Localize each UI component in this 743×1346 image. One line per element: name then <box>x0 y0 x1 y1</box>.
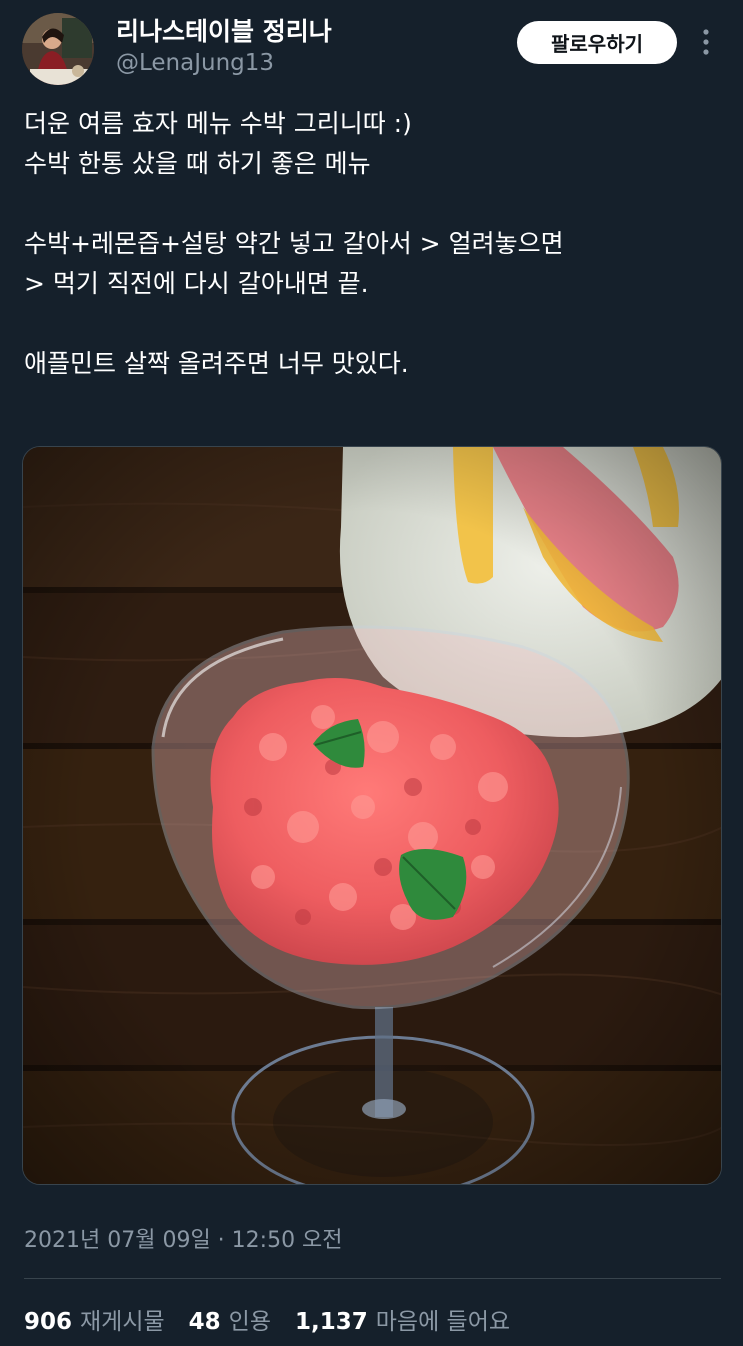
quotes-stat[interactable]: 48 인용 <box>189 1302 271 1336</box>
tweet-line: 애플민트 살짝 올려주면 너무 맛있다. <box>24 349 409 378</box>
quotes-count: 48 <box>188 1309 221 1335</box>
tweet-line: 수박 한통 샀을 때 하기 좋은 메뉴 <box>24 149 371 178</box>
likes-label: 마음에 들어요 <box>375 1309 511 1335</box>
retweets-stat[interactable]: 906 재게시물 <box>24 1302 165 1336</box>
likes-stat[interactable]: 1,137 마음에 들어요 <box>295 1302 510 1336</box>
watermelon-granita-photo <box>23 447 721 1184</box>
tweet-line: > 먹기 직전에 다시 갈아내면 끝. <box>24 269 369 298</box>
tweet-stats: 906 재게시물 48 인용 1,137 마음에 들어요 <box>24 1302 534 1338</box>
avatar[interactable] <box>22 13 94 85</box>
quotes-label: 인용 <box>228 1309 271 1335</box>
tweet-photo[interactable] <box>22 446 722 1185</box>
likes-count: 1,137 <box>295 1309 368 1335</box>
author-handle[interactable]: @LenaJung13 <box>116 50 274 76</box>
more-options-icon[interactable] <box>692 24 720 60</box>
divider <box>24 1278 721 1279</box>
tweet-line: 더운 여름 효자 메뉴 수박 그리니따 :) <box>24 109 412 138</box>
author-display-name[interactable]: 리나스테이블 정리나 <box>116 12 332 48</box>
follow-button[interactable]: 팔로우하기 <box>517 21 677 64</box>
tweet-timestamp[interactable]: 2021년 07월 09일 · 12:50 오전 <box>24 1222 343 1254</box>
tweet-line: 수박+레몬즙+설탕 약간 넣고 갈아서 > 얼려놓으면 <box>24 229 564 258</box>
retweets-label: 재게시물 <box>80 1309 165 1335</box>
retweets-count: 906 <box>24 1309 73 1335</box>
tweet-text: 더운 여름 효자 메뉴 수박 그리니따 :) 수박 한통 샀을 때 하기 좋은 … <box>24 104 724 384</box>
avatar-photo <box>22 13 94 85</box>
tweet-header: 리나스테이블 정리나 @LenaJung13 팔로우하기 <box>0 0 743 90</box>
